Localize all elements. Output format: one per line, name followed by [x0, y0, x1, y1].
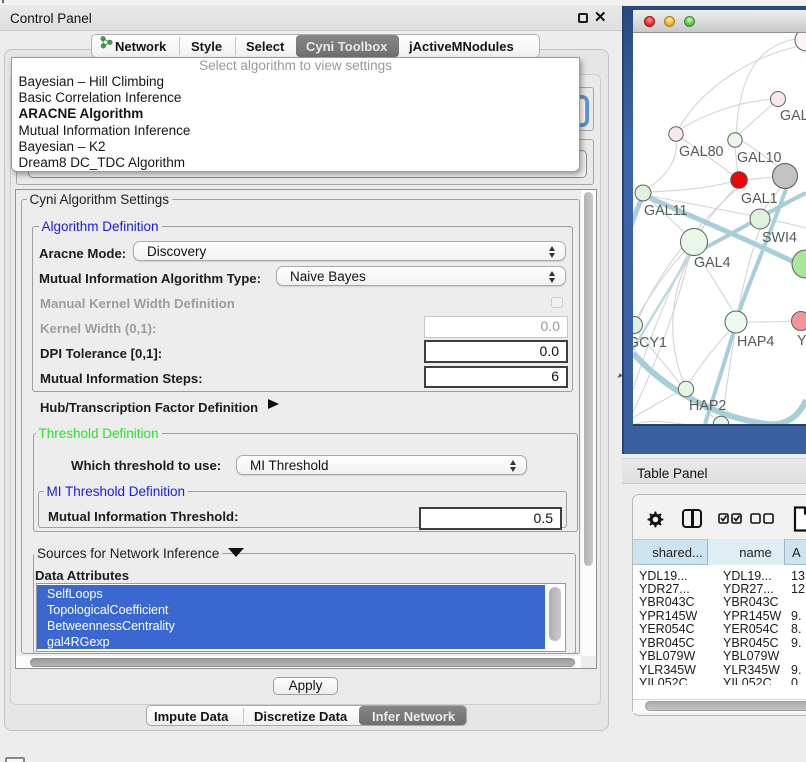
svg-text:GAL11: GAL11 [644, 203, 687, 219]
svg-text:GAL10: GAL10 [737, 150, 782, 166]
svg-text:GAL7: GAL7 [780, 108, 806, 124]
svg-text:YJ: YJ [797, 333, 806, 349]
svg-text:GAL4: GAL4 [694, 255, 731, 271]
svg-text:SWI4: SWI4 [762, 230, 797, 246]
svg-text:HAP2: HAP2 [689, 398, 726, 414]
svg-text:GAL80: GAL80 [679, 144, 724, 160]
svg-text:HAP4: HAP4 [737, 334, 774, 350]
svg-text:GAL1: GAL1 [741, 191, 778, 207]
svg-text:GCY1: GCY1 [633, 335, 667, 351]
